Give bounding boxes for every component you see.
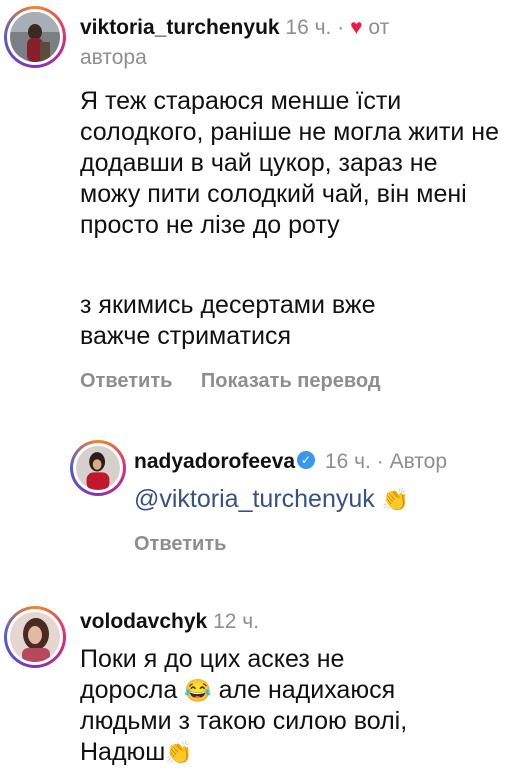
avatar-inner [73,443,123,493]
avatar[interactable] [4,6,66,68]
timestamp: 12 ч. [213,610,260,633]
comment-text: @viktoria_turchenyuk 👏 [134,484,504,515]
username[interactable]: viktoria_turchenyuk [80,16,280,39]
liked-by-author-text-2: автора [80,46,147,69]
clapping-hands-emoji: 👏 [165,740,193,765]
avatar[interactable] [4,606,66,668]
avatar-photo [76,446,120,490]
author-label: Автор [389,450,448,473]
comment-actions: Ответить Показать перевод [80,370,381,393]
username[interactable]: nadyadorofeeva [134,450,295,473]
heart-icon: ♥ [350,16,363,39]
avatar-photo [10,12,60,62]
avatar-photo [10,612,60,662]
liked-by-author-text: от [368,16,390,39]
separator: · [337,16,345,39]
comment-text-continued: з якимись десертами вже важче стриматися [80,291,376,350]
timestamp: 16 ч. [285,16,332,39]
comment-header: viktoria_turchenyuk 16 ч. · ♥ от [80,14,510,41]
show-translation-button[interactable]: Показать перевод [201,370,381,392]
laughing-emoji: 😂 [184,678,212,703]
comment-viktoria: viktoria_turchenyuk 16 ч. · ♥ от автора … [0,0,518,410]
comment-text: Поки я до цих аскез не доросла 😂 але над… [80,644,440,768]
separator: · [376,450,384,473]
avatar-inner [7,9,63,65]
avatar-inner [7,609,63,665]
comment-reply-nadyadorofeeva: nadyadorofeeva ✓ 16 ч. · Автор @viktoria_… [0,440,518,570]
comment-text: Я теж стараюся менше їсти солодкого, ран… [80,87,500,239]
timestamp: 16 ч. [324,450,371,473]
clapping-hands-emoji: 👏 [381,487,410,512]
avatar[interactable] [70,440,126,496]
mention-link[interactable]: @viktoria_turchenyuk [134,485,375,513]
reply-button[interactable]: Ответить [80,370,172,392]
comment-header: nadyadorofeeva ✓ 16 ч. · Автор [134,448,514,475]
reply-button[interactable]: Ответить [134,533,226,555]
username[interactable]: volodavchyk [80,610,207,633]
comment-volodavchyk: volodavchyk 12 ч. Поки я до цих аскез не… [0,594,518,776]
verified-icon: ✓ [297,451,316,470]
comment-header: volodavchyk 12 ч. [80,608,259,635]
comment-actions: Ответить [134,533,226,556]
